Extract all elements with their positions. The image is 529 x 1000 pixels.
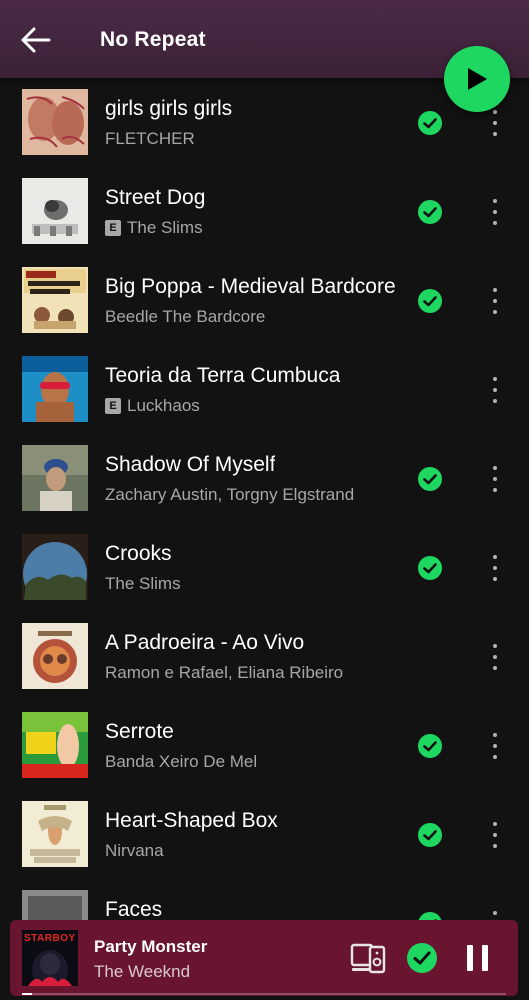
album-cover: [22, 534, 88, 600]
track-artist: Beedle The Bardcore: [105, 307, 266, 326]
track-artist: Nirvana: [105, 841, 164, 860]
now-playing-cover-text: STARBOY: [24, 933, 76, 944]
now-playing-bar[interactable]: STARBOY Party Monster The Weeknd: [10, 920, 518, 996]
album-cover: [22, 89, 88, 155]
track-artist: Ramon e Rafael, Eliana Ribeiro: [105, 663, 344, 682]
track-title: Street Dog: [105, 186, 206, 209]
album-cover: [22, 267, 88, 333]
downloaded-check-icon: [418, 200, 442, 224]
more-options-button[interactable]: [484, 195, 506, 229]
downloaded-check-icon: [418, 823, 442, 847]
downloaded-check-icon: [418, 734, 442, 758]
track-artist: The Slims: [105, 574, 181, 593]
check-circle-icon[interactable]: [406, 942, 438, 974]
track-row[interactable]: Street Dog E The Slims: [0, 167, 529, 256]
screen: No Repeat girls girls girls FLETCHER Str…: [0, 0, 529, 1000]
track-title: Crooks: [105, 542, 172, 565]
explicit-badge: E: [105, 220, 121, 236]
downloaded-check-icon: [418, 289, 442, 313]
album-cover: [22, 178, 88, 244]
more-options-button[interactable]: [484, 818, 506, 852]
album-cover: [22, 356, 88, 422]
more-options-button[interactable]: [484, 729, 506, 763]
track-title: girls girls girls: [105, 97, 233, 120]
play-button[interactable]: [444, 46, 510, 112]
track-title: Faces: [105, 898, 163, 921]
track-title: Teoria da Terra Cumbuca: [105, 364, 341, 387]
track-title: Serrote: [105, 720, 174, 743]
connect-device-icon[interactable]: [350, 942, 386, 974]
explicit-badge: E: [105, 398, 121, 414]
arrow-left-icon: [21, 27, 51, 53]
album-cover: [22, 712, 88, 778]
track-artist: FLETCHER: [105, 129, 195, 148]
playback-progress-bar: [22, 993, 506, 995]
album-cover: [22, 801, 88, 867]
track-row[interactable]: Crooks The Slims: [0, 523, 529, 612]
more-options-button[interactable]: [484, 462, 506, 496]
track-title: Heart-Shaped Box: [105, 809, 278, 832]
downloaded-check-icon: [418, 467, 442, 491]
more-options-button[interactable]: [484, 640, 506, 674]
track-row[interactable]: Big Poppa - Medieval Bardcore Beedle The…: [0, 256, 529, 345]
more-options-button[interactable]: [484, 551, 506, 585]
back-button[interactable]: [14, 20, 58, 60]
play-icon: [468, 68, 487, 90]
track-title: Shadow Of Myself: [105, 453, 276, 476]
track-artist: Banda Xeiro De Mel: [105, 752, 258, 771]
now-playing-cover: STARBOY: [22, 930, 78, 986]
pause-icon[interactable]: [465, 943, 491, 973]
track-title: A Padroeira - Ao Vivo: [105, 631, 305, 654]
track-artist: E Luckhaos: [105, 396, 200, 416]
page-title: No Repeat: [100, 28, 206, 51]
track-list: girls girls girls FLETCHER Street Dog E …: [0, 78, 529, 968]
track-artist: E The Slims: [105, 218, 203, 238]
track-row[interactable]: A Padroeira - Ao Vivo Ramon e Rafael, El…: [0, 612, 529, 701]
now-playing-artist: The Weeknd: [94, 962, 191, 981]
playback-progress-fill: [22, 993, 32, 995]
album-cover: [22, 445, 88, 511]
more-options-button[interactable]: [484, 373, 506, 407]
track-title: Big Poppa - Medieval Bardcore: [105, 275, 396, 298]
downloaded-check-icon: [418, 556, 442, 580]
track-row[interactable]: Shadow Of Myself Zachary Austin, Torgny …: [0, 434, 529, 523]
more-options-button[interactable]: [484, 106, 506, 140]
now-playing-title: Party Monster: [94, 937, 208, 956]
downloaded-check-icon: [418, 111, 442, 135]
more-options-button[interactable]: [484, 284, 506, 318]
track-row[interactable]: Serrote Banda Xeiro De Mel: [0, 701, 529, 790]
track-row[interactable]: Teoria da Terra Cumbuca E Luckhaos: [0, 345, 529, 434]
track-row[interactable]: Heart-Shaped Box Nirvana: [0, 790, 529, 879]
album-cover: [22, 623, 88, 689]
track-artist: Zachary Austin, Torgny Elgstrand: [105, 485, 355, 504]
